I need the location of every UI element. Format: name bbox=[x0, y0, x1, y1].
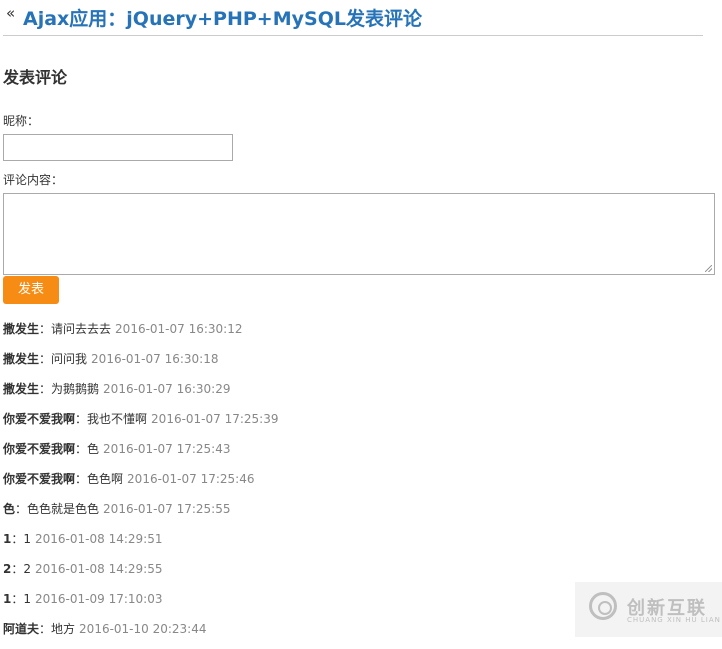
comment-time: 2016-01-07 17:25:43 bbox=[103, 442, 231, 456]
comment-author: 撒发生 bbox=[3, 352, 40, 366]
comment-item: 撒发生：问问我 2016-01-07 16:30:18 bbox=[3, 349, 279, 379]
comment-text: 地方 bbox=[51, 622, 76, 636]
comment-separator: ： bbox=[11, 592, 24, 606]
comment-text: 2 bbox=[23, 562, 32, 576]
submit-button[interactable]: 发表 bbox=[3, 276, 59, 304]
comment-item: 你爱不爱我啊：我也不懂啊 2016-01-07 17:25:39 bbox=[3, 409, 279, 439]
content-label: 评论内容： bbox=[3, 173, 64, 187]
section-title: 发表评论 bbox=[3, 68, 68, 87]
comment-item: 你爱不爱我啊：色 2016-01-07 17:25:43 bbox=[3, 439, 279, 469]
comment-time: 2016-01-07 16:30:29 bbox=[103, 382, 231, 396]
comment-author: 你爱不爱我啊 bbox=[3, 412, 76, 426]
comment-item: 撒发生：请问去去去 2016-01-07 16:30:12 bbox=[3, 319, 279, 349]
comment-separator: ： bbox=[75, 472, 88, 486]
comment-author: 阿道夫 bbox=[3, 622, 40, 636]
watermark-subtext: CHUANG XIN HU LIAN bbox=[627, 616, 721, 624]
comment-item: 阿道夫：地方 2016-01-10 20:23:44 bbox=[3, 619, 279, 649]
double-chevron-left-icon[interactable]: « bbox=[6, 6, 15, 21]
comment-separator: ： bbox=[39, 382, 52, 396]
comment-time: 2016-01-07 16:30:18 bbox=[91, 352, 219, 366]
comment-text: 问问我 bbox=[51, 352, 88, 366]
comment-time: 2016-01-08 14:29:51 bbox=[35, 532, 163, 546]
comment-text: 请问去去去 bbox=[51, 322, 112, 336]
resize-handle-icon[interactable] bbox=[705, 265, 712, 272]
comment-time: 2016-01-09 17:10:03 bbox=[35, 592, 163, 606]
comment-text: 1 bbox=[23, 592, 32, 606]
comment-item: 1：1 2016-01-09 17:10:03 bbox=[3, 589, 279, 619]
comment-time: 2016-01-10 20:23:44 bbox=[79, 622, 207, 636]
watermark-logo: 创新互联 CHUANG XIN HU LIAN bbox=[575, 582, 722, 637]
nickname-input[interactable] bbox=[3, 134, 233, 161]
comment-separator: ： bbox=[11, 562, 24, 576]
comment-list: 撒发生：请问去去去 2016-01-07 16:30:12 撒发生：问问我 2016-… bbox=[3, 319, 279, 649]
comment-text: 为鹅鹅鹅 bbox=[51, 382, 100, 396]
comment-author: 撒发生 bbox=[3, 322, 40, 336]
comment-author: 你爱不爱我啊 bbox=[3, 472, 76, 486]
comment-separator: ： bbox=[15, 502, 28, 516]
comment-item: 1：1 2016-01-08 14:29:51 bbox=[3, 529, 279, 559]
content-textarea[interactable] bbox=[3, 193, 715, 275]
comment-item: 撒发生：为鹅鹅鹅 2016-01-07 16:30:29 bbox=[3, 379, 279, 409]
comment-separator: ： bbox=[75, 442, 88, 456]
comment-text: 色色就是色色 bbox=[27, 502, 100, 516]
comment-author: 撒发生 bbox=[3, 382, 40, 396]
comment-text: 色 bbox=[87, 442, 100, 456]
comment-author: 你爱不爱我啊 bbox=[3, 442, 76, 456]
comment-separator: ： bbox=[39, 322, 52, 336]
comment-item: 你爱不爱我啊：色色啊 2016-01-07 17:25:46 bbox=[3, 469, 279, 499]
comment-item: 色：色色就是色色 2016-01-07 17:25:55 bbox=[3, 499, 279, 529]
nickname-label: 昵称： bbox=[3, 114, 40, 128]
comment-time: 2016-01-08 14:29:55 bbox=[35, 562, 163, 576]
comment-text: 1 bbox=[23, 532, 32, 546]
comment-separator: ： bbox=[39, 622, 52, 636]
comment-text: 我也不懂啊 bbox=[87, 412, 148, 426]
comment-item: 2：2 2016-01-08 14:29:55 bbox=[3, 559, 279, 589]
comment-text: 色色啊 bbox=[87, 472, 124, 486]
comment-time: 2016-01-07 17:25:39 bbox=[151, 412, 279, 426]
comment-separator: ： bbox=[11, 532, 24, 546]
page-header: « Ajax应用：jQuery+PHP+MySQL发表评论 bbox=[3, 4, 703, 36]
comment-author: 色 bbox=[3, 502, 16, 516]
comment-separator: ： bbox=[75, 412, 88, 426]
comment-time: 2016-01-07 17:25:46 bbox=[127, 472, 255, 486]
brand-logo-icon bbox=[589, 592, 617, 620]
comment-separator: ： bbox=[39, 352, 52, 366]
comment-time: 2016-01-07 16:30:12 bbox=[115, 322, 243, 336]
page-title[interactable]: Ajax应用：jQuery+PHP+MySQL发表评论 bbox=[23, 7, 422, 31]
comment-time: 2016-01-07 17:25:55 bbox=[103, 502, 231, 516]
